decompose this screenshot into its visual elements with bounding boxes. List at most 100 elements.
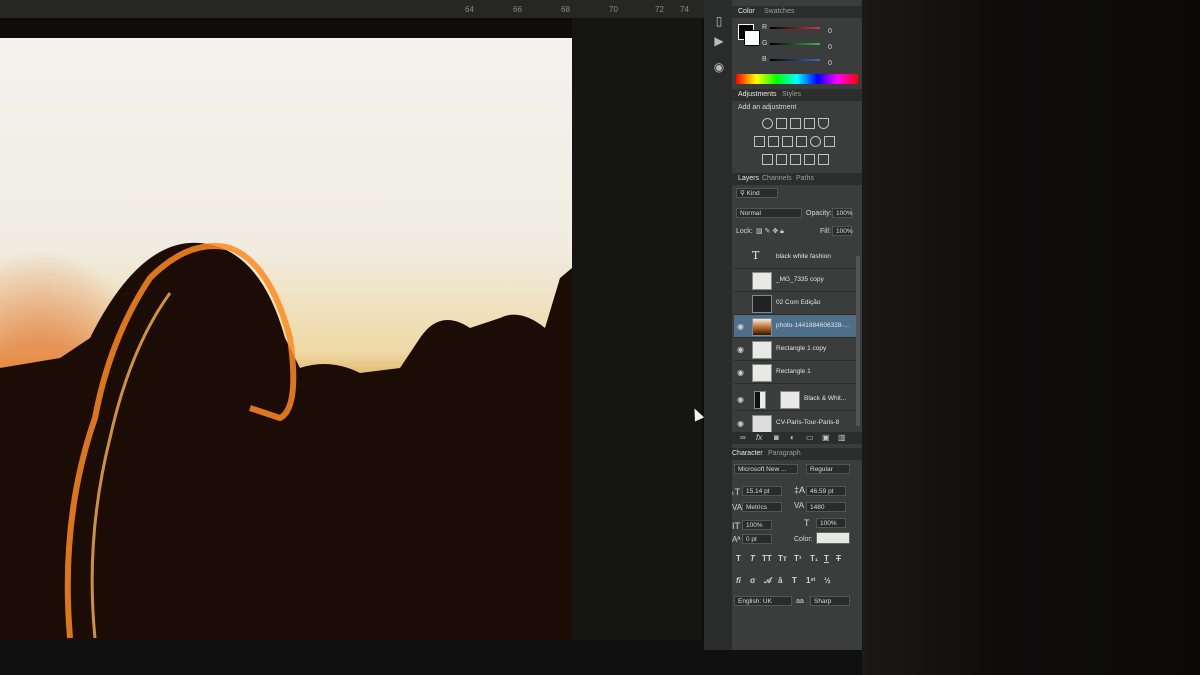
- old-style-button[interactable]: σ: [750, 576, 755, 585]
- eye-icon[interactable]: ◉: [737, 368, 744, 377]
- document-canvas[interactable]: [0, 18, 572, 640]
- properties-icon[interactable]: ◉: [712, 60, 726, 74]
- ligature-button[interactable]: fi: [736, 576, 741, 585]
- layer-name: black white fashion: [776, 253, 831, 260]
- posterize-icon[interactable]: [776, 154, 787, 165]
- layer-row[interactable]: ◉ Rectangle 1 copy: [734, 338, 856, 361]
- eye-icon[interactable]: ◉: [737, 345, 744, 354]
- opacity-input[interactable]: 100%: [832, 208, 853, 218]
- new-layer-icon[interactable]: ▣: [822, 433, 830, 442]
- channel-b-value[interactable]: 0: [828, 60, 832, 67]
- mask-icon[interactable]: ◙: [774, 433, 779, 442]
- history-icon[interactable]: ▯: [712, 14, 726, 28]
- layers-panel-tabs: Layers Channels Paths: [732, 173, 862, 185]
- faux-bold-button[interactable]: T: [736, 554, 741, 563]
- levels-icon[interactable]: [776, 118, 787, 129]
- stylistic-button[interactable]: ā: [778, 576, 782, 585]
- leading-input[interactable]: 46.59 pt: [806, 486, 846, 496]
- channel-mixer-icon[interactable]: [810, 136, 821, 147]
- small-caps-button[interactable]: Tт: [778, 554, 787, 563]
- eye-icon[interactable]: ◉: [737, 322, 744, 331]
- baseline-shift-input[interactable]: 0 pt: [742, 534, 772, 544]
- layer-name: photo-1441884606328-...: [776, 322, 850, 329]
- tab-adjustments[interactable]: Adjustments: [738, 91, 777, 98]
- black-white-icon[interactable]: [782, 136, 793, 147]
- layer-filter-kind[interactable]: ⚲ Kind: [736, 188, 778, 198]
- titling-button[interactable]: T: [792, 576, 797, 585]
- tab-swatches[interactable]: Swatches: [764, 8, 794, 15]
- channel-g-slider[interactable]: [770, 43, 820, 45]
- hue-saturation-icon[interactable]: [754, 136, 765, 147]
- layers-scrollbar[interactable]: [856, 256, 860, 426]
- tracking-input[interactable]: 1480: [806, 502, 846, 512]
- layer-row[interactable]: ◉ Rectangle 1: [734, 361, 856, 384]
- swash-button[interactable]: 𝒜: [764, 576, 772, 586]
- blend-mode-select[interactable]: Normal: [736, 208, 802, 218]
- layer-thumbnail: [752, 341, 772, 359]
- color-balance-icon[interactable]: [768, 136, 779, 147]
- text-color-swatch[interactable]: [816, 532, 850, 544]
- fraction-button[interactable]: ½: [824, 576, 831, 585]
- ordinal-button[interactable]: 1ˢᵗ: [806, 576, 815, 585]
- layer-thumbnail: [752, 272, 772, 290]
- adjustments-panel-tabs: Adjustments Styles: [732, 89, 862, 101]
- play-icon[interactable]: ▶: [712, 34, 726, 48]
- layer-row[interactable]: _MG_7335 copy: [734, 269, 856, 292]
- monitor-bezel-background: [862, 0, 1200, 675]
- group-icon[interactable]: ▭: [806, 433, 814, 442]
- tab-layers[interactable]: Layers: [738, 175, 759, 182]
- eye-icon[interactable]: ◉: [737, 419, 744, 428]
- channel-b-label: B: [762, 56, 767, 63]
- curves-icon[interactable]: [790, 118, 801, 129]
- tab-color[interactable]: Color: [738, 8, 755, 15]
- fill-input[interactable]: 100%: [832, 226, 853, 236]
- fx-icon[interactable]: fx: [756, 433, 762, 442]
- lock-icons[interactable]: ▨ ✎ ✥ 🔒︎: [756, 227, 784, 236]
- selective-color-icon[interactable]: [818, 154, 829, 165]
- layer-row-selected[interactable]: ◉ photo-1441884606328-...: [734, 315, 856, 338]
- faux-italic-button[interactable]: T: [750, 554, 755, 563]
- channel-r-value[interactable]: 0: [828, 28, 832, 35]
- anti-alias-label: aa: [796, 598, 804, 605]
- tab-styles[interactable]: Styles: [782, 91, 801, 98]
- channel-r-slider[interactable]: [770, 27, 820, 29]
- link-icon[interactable]: ∞: [740, 433, 746, 442]
- layer-row[interactable]: ◉ Black & Whit...: [734, 388, 856, 411]
- superscript-button[interactable]: T¹: [794, 554, 802, 563]
- tab-character[interactable]: Character: [732, 450, 763, 457]
- all-caps-button[interactable]: TT: [762, 554, 772, 563]
- tab-paragraph[interactable]: Paragraph: [768, 450, 801, 457]
- layer-row[interactable]: T black white fashion: [734, 246, 856, 269]
- kerning-select[interactable]: Metrics: [742, 502, 782, 512]
- photo-filter-icon[interactable]: [796, 136, 807, 147]
- baseline-shift-icon: Aª: [732, 535, 741, 544]
- canvas-photo[interactable]: [0, 38, 572, 640]
- vertical-scale-input[interactable]: 100%: [742, 520, 772, 530]
- adjustment-icon[interactable]: ◐: [790, 433, 795, 442]
- color-spectrum-ramp[interactable]: [736, 74, 858, 84]
- subscript-button[interactable]: T₁: [810, 554, 818, 563]
- channel-g-value[interactable]: 0: [828, 44, 832, 51]
- brightness-icon[interactable]: [762, 118, 773, 129]
- gradient-map-icon[interactable]: [804, 154, 815, 165]
- exposure-icon[interactable]: [804, 118, 815, 129]
- background-color-swatch[interactable]: [744, 30, 760, 46]
- threshold-icon[interactable]: [790, 154, 801, 165]
- language-select[interactable]: English: UK: [734, 596, 792, 606]
- vibrance-icon[interactable]: [818, 118, 829, 129]
- channel-b-slider[interactable]: [770, 59, 820, 61]
- invert-icon[interactable]: [762, 154, 773, 165]
- tab-paths[interactable]: Paths: [796, 175, 814, 182]
- color-lookup-icon[interactable]: [824, 136, 835, 147]
- underline-button[interactable]: T: [824, 554, 829, 563]
- horizontal-scale-input[interactable]: 100%: [816, 518, 846, 528]
- layer-row[interactable]: 02 Com Edição: [734, 292, 856, 315]
- font-family-select[interactable]: Microsoft New ...: [734, 464, 798, 474]
- eye-icon[interactable]: ◉: [737, 395, 744, 404]
- tab-channels[interactable]: Channels: [762, 175, 792, 182]
- font-size-input[interactable]: 15.14 pt: [742, 486, 782, 496]
- strikethrough-button[interactable]: T: [836, 554, 841, 563]
- font-style-select[interactable]: Regular: [806, 464, 850, 474]
- trash-icon[interactable]: ▥: [838, 433, 846, 442]
- anti-alias-select[interactable]: Sharp: [810, 596, 850, 606]
